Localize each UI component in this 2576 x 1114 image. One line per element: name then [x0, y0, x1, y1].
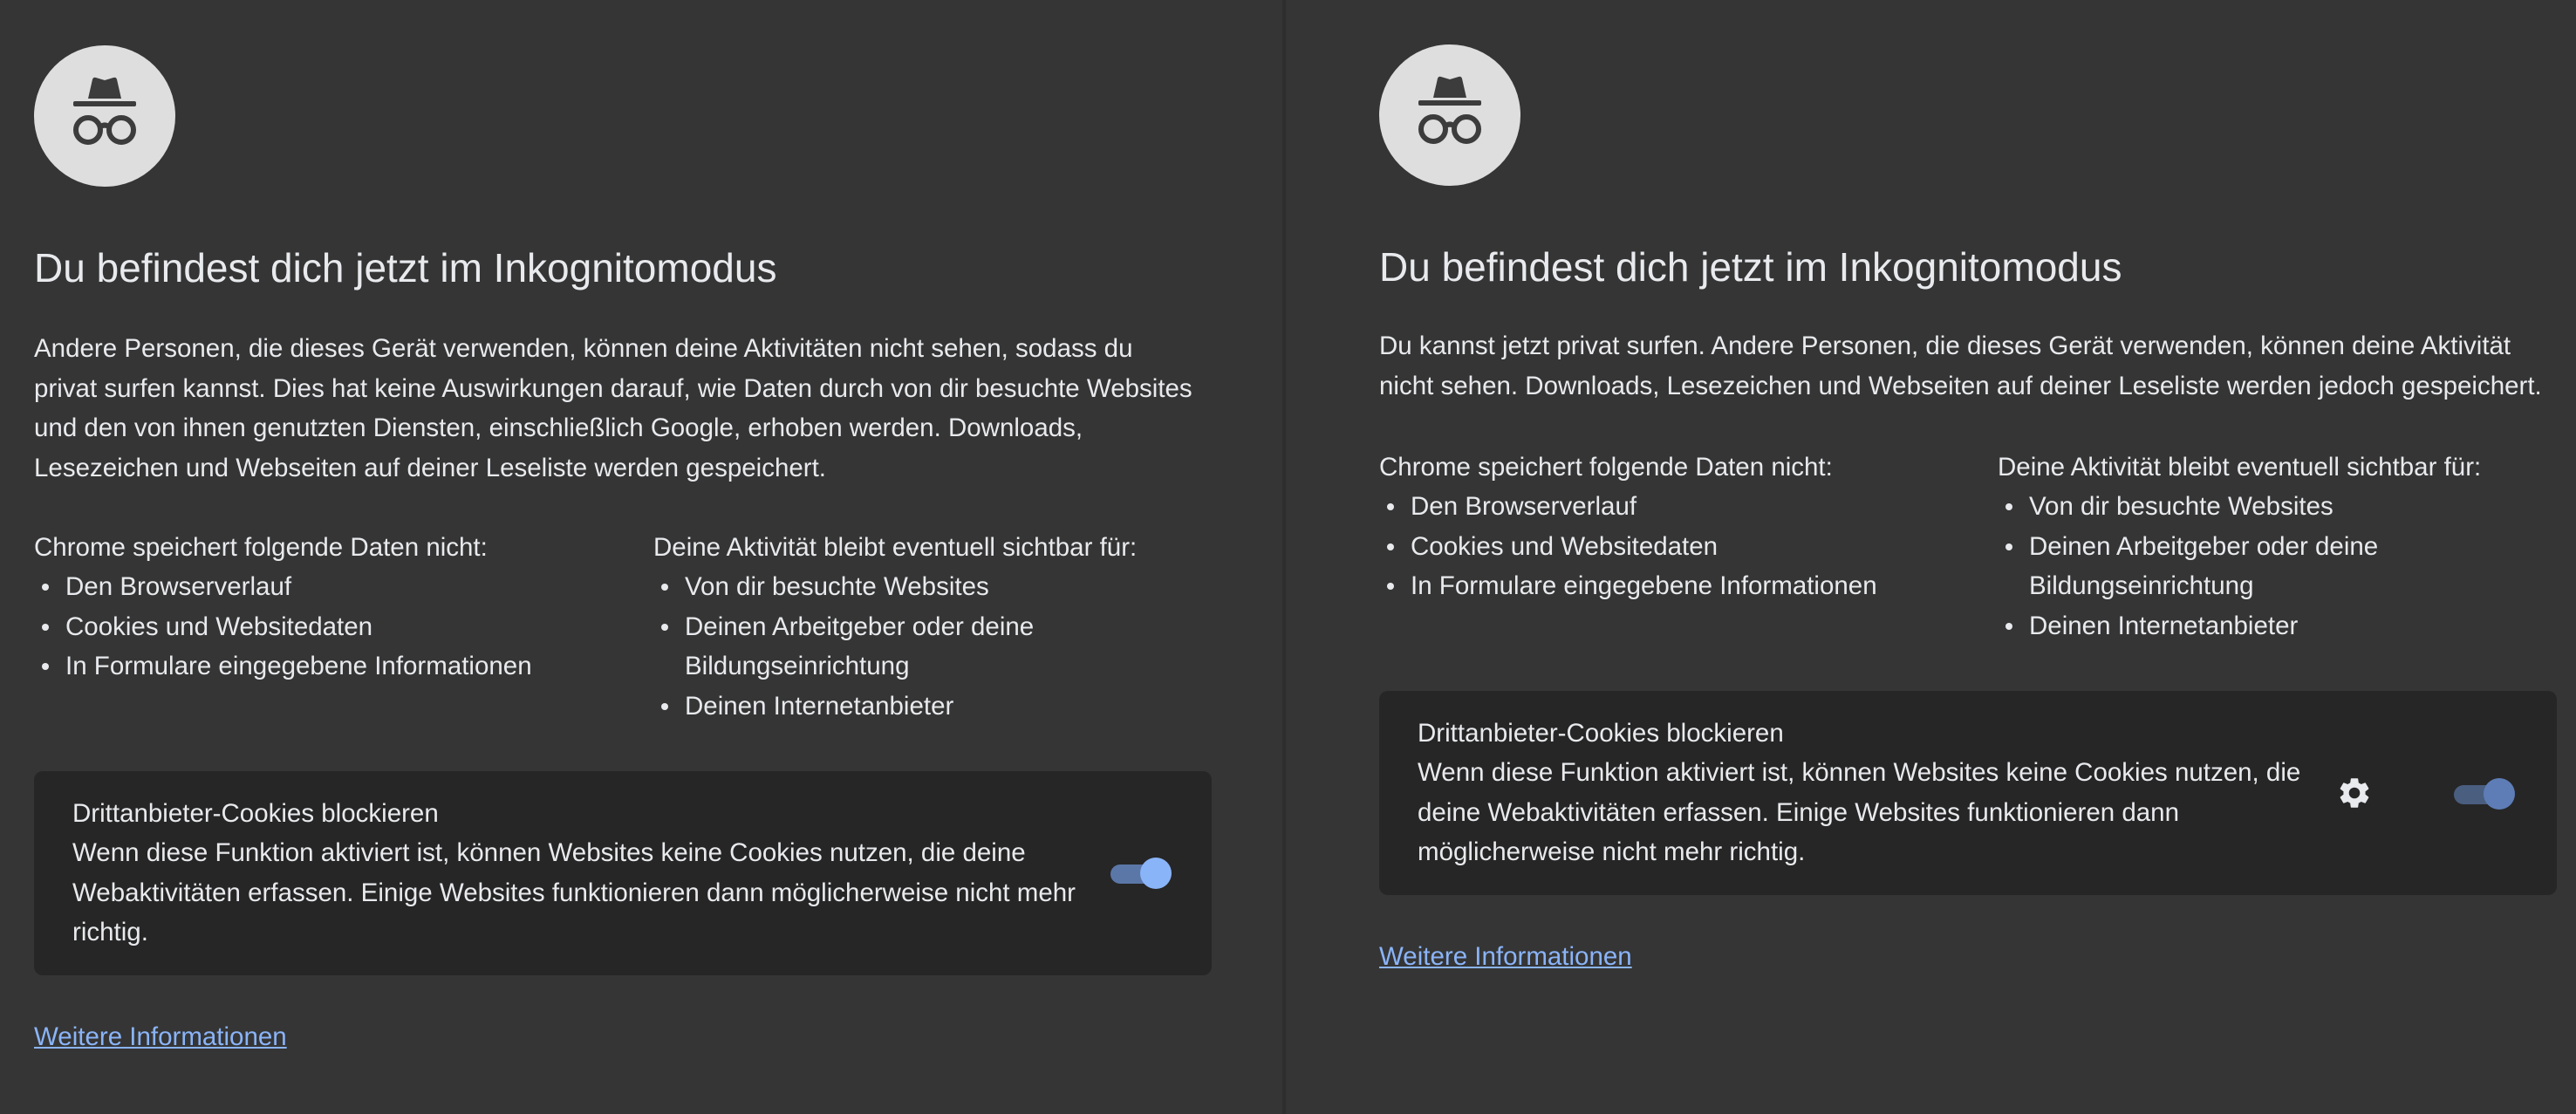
- content-left: Du befindest dich jetzt im Inkognitomodu…: [34, 45, 1267, 1052]
- list-item: Deinen Internetanbieter: [661, 687, 1104, 727]
- list-item: Cookies und Websitedaten: [42, 607, 653, 647]
- not-saved-section: Chrome speichert folgende Daten nicht: D…: [1379, 448, 1998, 646]
- not-saved-heading: Chrome speichert folgende Daten nicht:: [1379, 453, 1833, 482]
- incognito-icon: [73, 77, 136, 145]
- info-columns: Chrome speichert folgende Daten nicht: D…: [1379, 448, 2559, 646]
- visible-section: Deine Aktivität bleibt eventuell sichtba…: [653, 528, 1177, 726]
- learn-more-link[interactable]: Weitere Informationen: [34, 1022, 287, 1052]
- visible-section: Deine Aktivität bleibt eventuell sichtba…: [1998, 448, 2538, 646]
- block-cookies-toggle[interactable]: [1110, 858, 1172, 890]
- cookie-card-description: Wenn diese Funktion aktiviert ist, könne…: [72, 838, 1076, 947]
- third-party-cookies-card: Drittanbieter-Cookies blockieren Wenn di…: [1379, 691, 2557, 896]
- toggle-knob: [2484, 778, 2515, 810]
- content-right: Du befindest dich jetzt im Inkognitomodu…: [1379, 44, 2559, 972]
- list-item: Deinen Arbeitgeber oder deine Bildungsei…: [2005, 527, 2448, 606]
- page-title: Du befindest dich jetzt im Inkognitomodu…: [34, 245, 777, 290]
- block-cookies-toggle[interactable]: [2454, 778, 2515, 810]
- visible-list: Von dir besuchte Websites Deinen Arbeitg…: [1998, 487, 2448, 646]
- info-columns: Chrome speichert folgende Daten nicht: D…: [34, 528, 1267, 726]
- list-item: Deinen Arbeitgeber oder deine Bildungsei…: [661, 607, 1104, 687]
- visible-list: Von dir besuchte Websites Deinen Arbeitg…: [653, 567, 1104, 726]
- incognito-icon: [1418, 76, 1481, 144]
- list-item: Von dir besuchte Websites: [2005, 487, 2448, 527]
- incognito-page-left: Du befindest dich jetzt im Inkognitomodu…: [0, 0, 1284, 1114]
- list-item: In Formulare eingegebene Informationen: [42, 646, 653, 687]
- cookie-card-description: Wenn diese Funktion aktiviert ist, könne…: [1418, 758, 2301, 867]
- learn-more-link[interactable]: Weitere Informationen: [1379, 942, 1632, 972]
- cookie-card-title: Drittanbieter-Cookies blockieren: [1418, 719, 1784, 748]
- not-saved-heading: Chrome speichert folgende Daten nicht:: [34, 533, 488, 563]
- page-title: Du befindest dich jetzt im Inkognitomodu…: [1379, 244, 2122, 290]
- gear-icon[interactable]: [2336, 775, 2373, 811]
- list-item: Von dir besuchte Websites: [661, 567, 1104, 607]
- list-item: Cookies und Websitedaten: [1387, 527, 1998, 567]
- toggle-knob: [1140, 858, 1172, 890]
- list-item: Den Browserverlauf: [42, 567, 653, 607]
- incognito-page-right: Du befindest dich jetzt im Inkognitomodu…: [1286, 0, 2576, 1114]
- intro-text: Andere Personen, die dieses Gerät verwen…: [34, 334, 1192, 482]
- incognito-logo: [34, 45, 175, 187]
- intro-text: Du kannst jetzt privat surfen. Andere Pe…: [1379, 331, 2542, 400]
- not-saved-section: Chrome speichert folgende Daten nicht: D…: [34, 528, 653, 726]
- cookie-card-title: Drittanbieter-Cookies blockieren: [72, 799, 439, 829]
- not-saved-list: Den Browserverlauf Cookies und Websiteda…: [1379, 487, 1998, 606]
- list-item: In Formulare eingegebene Informationen: [1387, 566, 1998, 606]
- not-saved-list: Den Browserverlauf Cookies und Websiteda…: [34, 567, 653, 687]
- third-party-cookies-card: Drittanbieter-Cookies blockieren Wenn di…: [34, 771, 1212, 976]
- visible-heading: Deine Aktivität bleibt eventuell sichtba…: [653, 533, 1138, 563]
- list-item: Den Browserverlauf: [1387, 487, 1998, 527]
- incognito-logo: [1379, 44, 1520, 186]
- list-item: Deinen Internetanbieter: [2005, 606, 2448, 646]
- visible-heading: Deine Aktivität bleibt eventuell sichtba…: [1998, 453, 2482, 482]
